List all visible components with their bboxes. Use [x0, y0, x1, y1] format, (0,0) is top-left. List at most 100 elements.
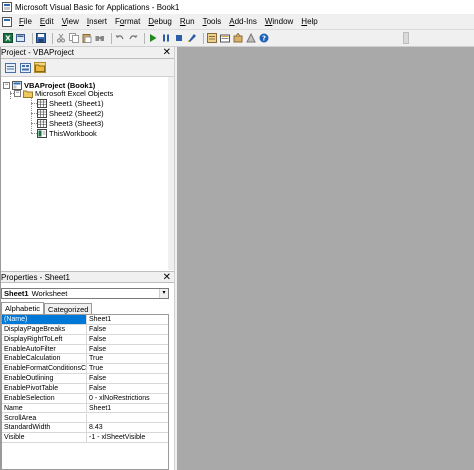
property-row[interactable]: EnableSelection 0 - xlNoRestrictions [2, 393, 168, 404]
property-row[interactable]: DisplayPageBreaks False [2, 324, 168, 335]
insert-module-icon[interactable] [16, 33, 26, 43]
property-row[interactable]: DisplayRightToLeft False [2, 334, 168, 345]
worksheet-icon [37, 98, 47, 108]
view-code-icon[interactable] [4, 62, 16, 73]
tree-node-label: ThisWorkbook [49, 128, 97, 138]
chevron-down-icon[interactable]: ▾ [159, 289, 168, 298]
menu-add-ins[interactable]: Add-Ins [225, 15, 261, 29]
property-value[interactable]: True [87, 354, 168, 363]
property-value[interactable]: False [87, 374, 168, 383]
collapse-icon[interactable]: − [14, 89, 21, 97]
folder-icon [23, 90, 33, 98]
copy-icon[interactable] [69, 33, 79, 43]
menu-file[interactable]: File [15, 15, 36, 29]
properties-panel-titlebar: Properties - Sheet1 ✕ [0, 271, 174, 283]
save-icon[interactable] [36, 33, 46, 43]
property-value[interactable]: -1 - xlSheetVisible [87, 433, 168, 442]
window-left-border [0, 47, 1, 470]
property-value[interactable]: False [87, 325, 168, 334]
design-mode-icon[interactable] [187, 33, 197, 43]
view-object-icon[interactable] [19, 62, 31, 73]
properties-panel-close-icon[interactable]: ✕ [163, 273, 171, 283]
menu-view[interactable]: View [58, 15, 83, 29]
toolbar-grip[interactable] [403, 32, 409, 44]
tree-node-sheet1[interactable]: Sheet1 (Sheet1) [37, 98, 104, 108]
menu-format[interactable]: Format [111, 15, 144, 29]
menu-window[interactable]: Window [261, 15, 297, 29]
find-icon[interactable] [95, 33, 105, 43]
property-row[interactable]: EnablePivotTable False [2, 383, 168, 394]
object-browser-icon[interactable] [233, 33, 243, 43]
menu-edit[interactable]: Edit [36, 15, 58, 29]
menu-bar: File Edit View Insert Format Debug Run Tools Add… [0, 14, 474, 30]
property-value[interactable]: False [87, 335, 168, 344]
toolbar-separator [111, 32, 112, 44]
code-workspace [177, 47, 474, 470]
tree-node-thisworkbook[interactable]: ThisWorkbook [37, 128, 97, 138]
tree-node-label: Microsoft Excel Objects [35, 88, 114, 98]
break-icon[interactable] [161, 33, 171, 43]
properties-window-icon[interactable] [220, 33, 230, 43]
property-value[interactable] [87, 414, 168, 423]
property-row[interactable]: EnableOutlining False [2, 374, 168, 384]
svg-text:X: X [5, 35, 11, 43]
paste-icon[interactable] [82, 33, 92, 43]
property-name: EnableCalculation [2, 354, 87, 364]
property-name: DisplayRightToLeft [2, 334, 87, 344]
property-value[interactable]: Sheet1 [87, 404, 168, 413]
property-row[interactable]: (Name) Sheet1 [2, 315, 168, 325]
property-name: EnableOutlining [2, 374, 87, 383]
property-name: EnableSelection [2, 393, 87, 403]
toolbox-icon[interactable] [246, 33, 256, 43]
menu-bar-app-icon[interactable] [2, 16, 12, 27]
menu-insert[interactable]: Insert [83, 15, 111, 29]
standard-toolbar: X ? [0, 30, 474, 47]
project-panel-close-icon[interactable]: ✕ [163, 48, 171, 58]
tree-node-sheet2[interactable]: Sheet2 (Sheet2) [37, 108, 104, 118]
property-value[interactable]: False [87, 384, 168, 393]
property-row[interactable]: Visible -1 - xlSheetVisible [2, 433, 168, 444]
property-value[interactable]: True [87, 364, 168, 373]
property-row[interactable]: Name Sheet1 [2, 403, 168, 414]
property-name: StandardWidth [2, 423, 87, 433]
property-value[interactable]: 0 - xlNoRestrictions [87, 394, 168, 403]
properties-panel-title: Properties - Sheet1 [1, 272, 70, 282]
project-tree: − VBAProject (Book1) − Microsoft Excel O… [0, 77, 168, 270]
help-icon[interactable]: ? [259, 33, 269, 43]
toolbar-separator [52, 32, 53, 44]
menu-help[interactable]: Help [297, 15, 321, 29]
property-row[interactable]: EnableFormatConditionsCalc True [2, 364, 168, 375]
tab-categorized[interactable]: Categorized [44, 303, 93, 314]
property-row[interactable]: ScrollArea [2, 413, 168, 424]
menu-debug[interactable]: Debug [144, 15, 176, 29]
property-value[interactable]: False [87, 345, 168, 354]
worksheet-icon [37, 108, 47, 118]
property-row[interactable]: EnableAutoFilter False [2, 344, 168, 355]
svg-text:?: ? [262, 35, 266, 43]
tab-alphabetic[interactable]: Alphabetic [1, 302, 45, 314]
run-icon[interactable] [148, 33, 158, 43]
toggle-folders-icon[interactable] [34, 62, 46, 73]
tree-node-excel-objects[interactable]: − Microsoft Excel Objects [14, 88, 113, 98]
project-explorer-icon[interactable] [207, 33, 217, 43]
reset-icon[interactable] [174, 33, 184, 43]
property-row[interactable]: EnableCalculation True [2, 354, 168, 365]
cut-icon[interactable] [56, 33, 66, 43]
collapse-icon[interactable]: − [3, 81, 10, 89]
menu-tools[interactable]: Tools [199, 15, 226, 29]
project-panel-titlebar: Project - VBAProject ✕ [0, 47, 174, 59]
object-selector[interactable]: Sheet1 Worksheet ▾ [1, 288, 169, 299]
property-value[interactable]: 8.43 [87, 423, 168, 432]
property-name: Name [2, 403, 87, 413]
properties-tabs: Alphabetic Categorized [1, 302, 93, 314]
toolbar-separator [32, 32, 33, 44]
excel-icon[interactable]: X [3, 33, 13, 43]
project-panel-title: Project - VBAProject [1, 48, 74, 57]
property-value[interactable]: Sheet1 [87, 315, 168, 324]
menu-run[interactable]: Run [176, 15, 199, 29]
undo-icon[interactable] [115, 33, 125, 43]
tree-node-sheet3[interactable]: Sheet3 (Sheet3) [37, 118, 104, 128]
object-selector-type: Worksheet [31, 289, 68, 298]
redo-icon[interactable] [128, 33, 138, 43]
property-row[interactable]: StandardWidth 8.43 [2, 423, 168, 434]
